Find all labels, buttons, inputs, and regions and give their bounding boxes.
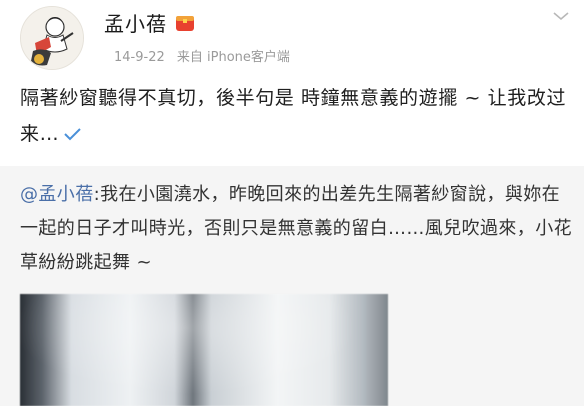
avatar[interactable]: [20, 6, 84, 70]
post-body: 隔著紗窗聽得不真切，後半句是 時鐘無意義的遊擺 ~ 让我改过来…: [20, 80, 576, 152]
username[interactable]: 孟小蓓: [104, 8, 167, 37]
post-text: 隔著紗窗聽得不真切，後半句是 時鐘無意義的遊擺 ~ 让我改过来…: [20, 87, 567, 145]
checkmark-icon: [64, 128, 81, 141]
repost-card[interactable]: @孟小蓓:我在小園澆水，昨晚回來的出差先生隔著紗窗說，與妳在一起的日子才叫時光，…: [0, 166, 584, 406]
repost-mention-link[interactable]: @孟小蓓: [20, 184, 94, 205]
post-author[interactable]: 孟小蓓: [104, 8, 195, 37]
chevron-down-icon[interactable]: [552, 10, 570, 22]
repost-body: @孟小蓓:我在小園澆水，昨晚回來的出差先生隔著紗窗說，與妳在一起的日子才叫時光，…: [20, 178, 572, 280]
post-meta: 14-9-22 来自 iPhone客户端: [114, 46, 290, 65]
avatar-illustration: [21, 7, 83, 69]
post-date: 14-9-22: [114, 50, 165, 65]
vip-badge-icon: [176, 15, 194, 31]
repost-text: :我在小園澆水，昨晚回來的出差先生隔著紗窗說，與妳在一起的日子才叫時光，否則只是…: [20, 184, 572, 273]
repost-image[interactable]: [20, 294, 388, 406]
post-source[interactable]: 来自 iPhone客户端: [177, 50, 290, 65]
